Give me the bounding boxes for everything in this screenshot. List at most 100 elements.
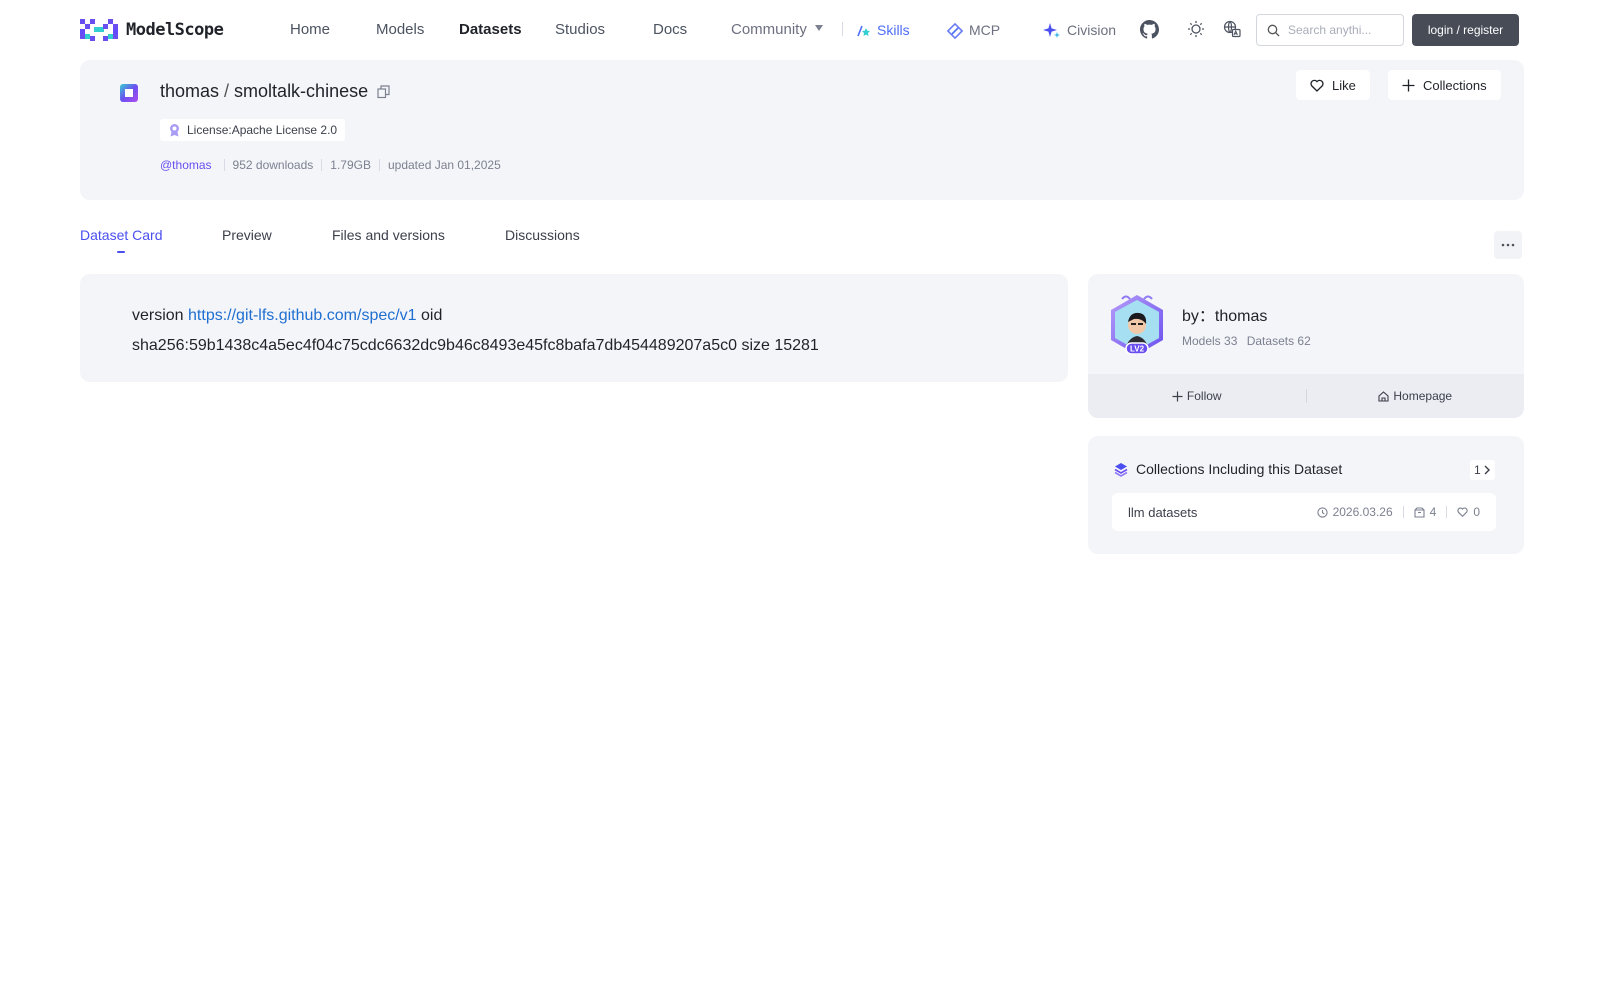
plus-icon [1172, 391, 1183, 401]
nav-cvision-label: Civision [1067, 22, 1117, 38]
nav-home[interactable]: Home [290, 20, 330, 39]
modelscope-logo-icon [80, 19, 118, 41]
github-icon[interactable] [1139, 19, 1159, 39]
tab-discussions[interactable]: Discussions [505, 227, 580, 243]
content-version-text: version [132, 307, 184, 324]
clock-icon [1316, 506, 1328, 518]
content-line-2: sha256:59b1438c4a5ec4f04c75cdc6632dc9b46… [132, 337, 819, 354]
nav-community[interactable]: Community [731, 20, 823, 39]
level-badge: LV2 [1130, 345, 1145, 354]
nav-datasets[interactable]: Datasets [459, 20, 522, 39]
dataset-title: thomas / smoltalk-chinese [160, 81, 391, 102]
nav-skills-label: Skills [877, 22, 910, 38]
nav-models[interactable]: Models [376, 20, 424, 39]
updated-date: updated Jan 01,2025 [387, 158, 501, 172]
collection-likes-text: 0 [1473, 505, 1480, 519]
author-datasets-count[interactable]: Datasets 62 [1247, 334, 1311, 348]
collection-list-item[interactable]: llm datasets 2026.03.26 4 0 [1112, 493, 1496, 531]
license-badge-icon [170, 124, 179, 137]
skills-icon [857, 25, 870, 36]
collections-count-link[interactable]: 1 [1470, 460, 1495, 480]
top-nav: ModelScope Home Models Datasets Studios … [0, 0, 1600, 58]
collection-date: 2026.03.26 [1316, 505, 1393, 519]
more-horizontal-icon [1501, 243, 1515, 247]
author-actions: Follow Homepage [1088, 374, 1524, 418]
author-models-count[interactable]: Models 33 [1182, 334, 1237, 348]
more-options-button[interactable] [1494, 231, 1522, 259]
meta-divider [378, 159, 380, 171]
nav-community-label: Community [731, 21, 807, 38]
spec-link[interactable]: https://git-lfs.github.com/spec/v1 [188, 307, 417, 324]
search-input[interactable] [1288, 23, 1398, 37]
author-name[interactable]: by：thomas [1182, 302, 1267, 326]
collections-panel-title: Collections Including this Dataset [1136, 461, 1343, 477]
dataset-icon [120, 84, 138, 102]
box-icon [1414, 506, 1425, 518]
plus-icon [1402, 79, 1415, 91]
nav-mcp[interactable]: MCP [947, 21, 1000, 40]
like-button[interactable]: Like [1296, 70, 1370, 100]
nav-divider [842, 22, 843, 36]
author-stats: Models 33 Datasets 62 [1182, 334, 1311, 348]
author-card: LV2 by：thomas Models 33 Datasets 62 Foll… [1088, 274, 1524, 418]
home-icon [1378, 390, 1389, 402]
avatar[interactable]: LV2 [1106, 294, 1168, 356]
chevron-right-icon [1484, 465, 1490, 475]
copy-icon[interactable] [376, 84, 391, 99]
follow-label: Follow [1186, 389, 1222, 403]
dataset-header: thomas / smoltalk-chinese License:Apache… [80, 60, 1524, 200]
collections-panel: Collections Including this Dataset 1 llm… [1088, 436, 1524, 554]
content-oid-text: oid [421, 307, 443, 324]
mcp-icon [947, 22, 963, 39]
nav-cvision[interactable]: Civision [1043, 21, 1116, 40]
nav-mcp-label: MCP [969, 22, 1001, 38]
active-tab-indicator [117, 251, 125, 253]
dataset-card-content: version https://git-lfs.github.com/spec/… [80, 274, 1068, 382]
collection-name: llm datasets [1128, 504, 1198, 520]
dataset-size: 1.79GB [330, 158, 371, 172]
nav-studios[interactable]: Studios [555, 20, 605, 39]
homepage-button[interactable]: Homepage [1307, 389, 1525, 403]
brand-logo[interactable]: ModelScope [80, 19, 224, 41]
collection-item-count-text: 4 [1429, 505, 1437, 519]
stat-divider [1402, 506, 1404, 518]
content-line-1: version https://git-lfs.github.com/spec/… [132, 301, 1068, 331]
dataset-owner[interactable]: thomas [160, 81, 219, 102]
login-register-button[interactable]: login / register [1412, 14, 1519, 46]
chevron-down-icon [814, 25, 823, 31]
meta-divider [223, 159, 225, 171]
title-separator: / [224, 81, 230, 101]
nav-docs[interactable]: Docs [653, 20, 687, 39]
search-box[interactable] [1256, 14, 1404, 46]
sun-icon[interactable] [1186, 19, 1206, 39]
license-tag[interactable]: License:Apache License 2.0 [160, 119, 346, 141]
add-to-collections-button[interactable]: Collections [1388, 70, 1501, 100]
tab-files-and-versions[interactable]: Files and versions [332, 227, 445, 243]
language-icon[interactable] [1222, 19, 1242, 39]
dataset-meta: @thomas 952 downloads 1.79GB updated Jan… [160, 158, 501, 172]
brand-name: ModelScope [126, 20, 224, 40]
downloads-count: 952 downloads [232, 158, 314, 172]
author-link[interactable]: @thomas [160, 158, 212, 172]
sparkle-icon [1043, 22, 1060, 38]
collection-date-text: 2026.03.26 [1332, 505, 1393, 519]
nav-skills[interactable]: Skills [857, 21, 910, 40]
collection-stats: 2026.03.26 4 0 [1316, 505, 1480, 519]
license-label: License:Apache License 2.0 [187, 123, 338, 137]
dataset-name: smoltalk-chinese [234, 81, 369, 101]
tab-preview[interactable]: Preview [222, 227, 272, 243]
meta-divider [321, 159, 323, 171]
collections-panel-header: Collections Including this Dataset [1114, 461, 1342, 477]
collections-count: 1 [1474, 463, 1481, 477]
like-label: Like [1332, 77, 1356, 93]
tab-dataset-card[interactable]: Dataset Card [80, 227, 162, 243]
stat-divider [1446, 506, 1448, 518]
layers-icon [1114, 462, 1128, 477]
collection-item-count: 4 [1414, 505, 1437, 519]
homepage-label: Homepage [1393, 389, 1453, 403]
follow-button[interactable]: Follow [1088, 389, 1306, 403]
heart-icon [1457, 507, 1468, 517]
heart-icon [1310, 79, 1324, 92]
collection-likes: 0 [1457, 505, 1480, 519]
search-icon [1267, 24, 1280, 36]
